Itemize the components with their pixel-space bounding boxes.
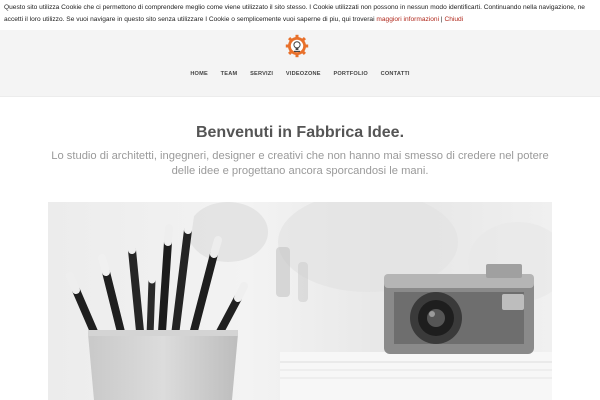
page-title: Benvenuti in Fabbrica Idee.: [195, 124, 405, 141]
gear-lightbulb-logo-icon[interactable]: [285, 34, 309, 58]
nav-item-videozone[interactable]: VIDEOZONE: [286, 71, 321, 77]
cookie-banner: Questo sito utilizza Cookie che ci perme…: [0, 0, 600, 30]
close-cookie-link[interactable]: Chiudi: [444, 16, 463, 23]
nav-item-home[interactable]: HOME: [190, 71, 208, 77]
nav-item-servizi[interactable]: SERVIZI: [250, 71, 273, 77]
page-subtitle: Lo studio di architetti, ingegneri, desi…: [51, 150, 549, 177]
nav-item-portfolio[interactable]: PORTFOLIO: [333, 71, 367, 77]
site-header: HOME TEAM SERVIZI VIDEOZONE PORTFOLIO CO…: [0, 30, 600, 97]
main-nav: HOME TEAM SERVIZI VIDEOZONE PORTFOLIO CO…: [0, 71, 600, 83]
nav-item-contatti[interactable]: CONTATTI: [381, 71, 410, 77]
more-info-link[interactable]: maggiori informazioni: [376, 16, 439, 23]
nav-item-team[interactable]: TEAM: [221, 71, 238, 77]
hero-photo: [48, 202, 552, 400]
cookie-banner-text: Questo sito utilizza Cookie che ci perme…: [4, 4, 585, 23]
